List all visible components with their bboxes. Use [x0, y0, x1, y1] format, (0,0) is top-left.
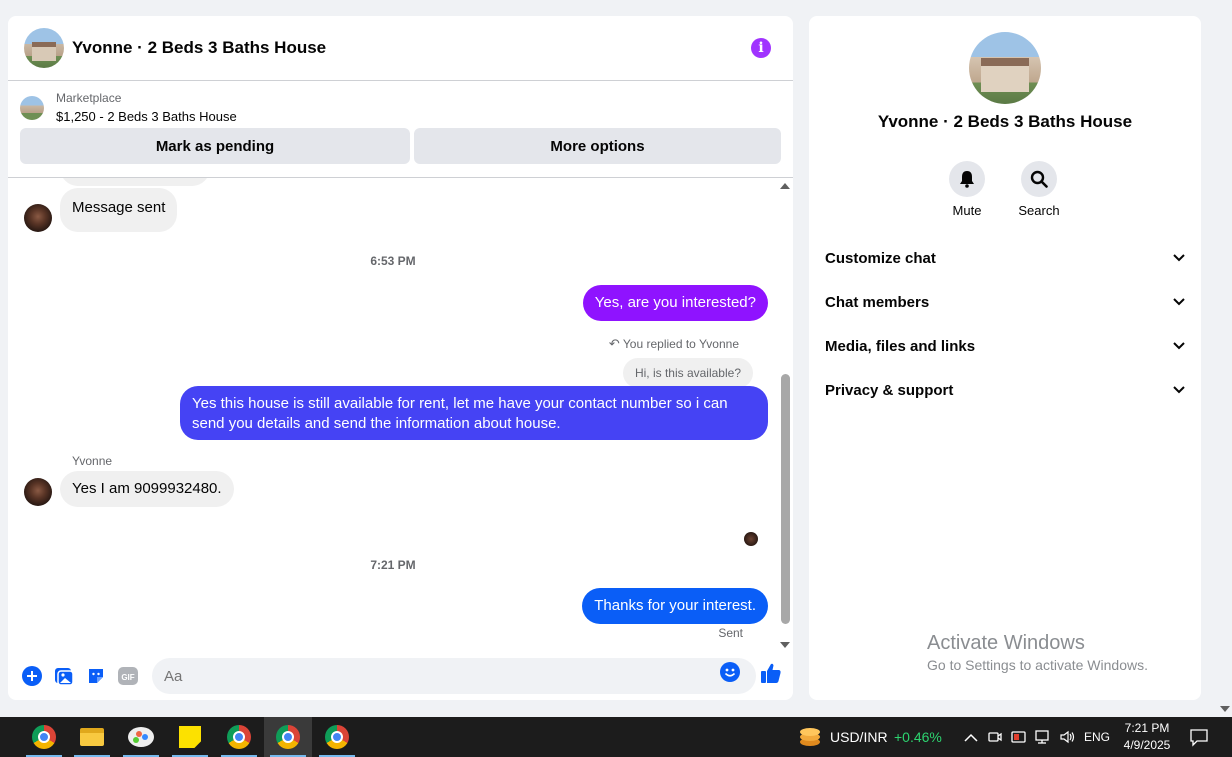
taskbar-app-chrome-3[interactable]: [264, 717, 312, 757]
section-customize-chat[interactable]: Customize chat: [825, 236, 1185, 280]
chat-title[interactable]: Yvonne · 2 Beds 3 Baths House: [72, 38, 326, 58]
read-receipt-avatar: [744, 532, 758, 546]
marketplace-label: Marketplace: [56, 91, 122, 105]
section-label: Media, files and links: [825, 337, 976, 355]
message-timestamp: 7:21 PM: [370, 558, 416, 572]
paint-icon: [128, 727, 154, 747]
clock-time: 7:21 PM: [1124, 721, 1170, 735]
emoji-icon[interactable]: [720, 662, 740, 682]
message-bubble-incoming: Message sent: [60, 188, 178, 232]
section-privacy-support[interactable]: Privacy & support: [825, 368, 1185, 412]
chat-header: Yvonne · 2 Beds 3 Baths House i: [8, 16, 793, 81]
section-label: Customize chat: [825, 249, 936, 267]
plus-circle-icon[interactable]: [22, 666, 42, 686]
scroll-down-arrow-icon[interactable]: [780, 642, 790, 648]
message-composer: GIF: [8, 652, 793, 700]
contact-avatar[interactable]: [24, 204, 52, 232]
chat-panel: Yvonne · 2 Beds 3 Baths House i Marketpl…: [8, 16, 793, 700]
taskbar-app-paint[interactable]: [117, 717, 165, 757]
section-label: Privacy & support: [825, 381, 954, 399]
chat-avatar[interactable]: [24, 28, 64, 68]
scroll-thumb[interactable]: [781, 374, 790, 624]
more-options-button[interactable]: More options: [414, 128, 781, 164]
mark-as-pending-button[interactable]: Mark as pending: [20, 128, 410, 164]
reply-arrow-icon: ↶: [608, 336, 620, 351]
search-button[interactable]: Search: [1009, 161, 1069, 218]
replied-message-quote[interactable]: Hi, is this available?: [622, 358, 753, 388]
reply-note: ↶ You replied to Yvonne: [609, 336, 739, 352]
network-icon[interactable]: [1034, 728, 1052, 746]
page-scrollbar[interactable]: [1218, 0, 1232, 716]
profile-avatar[interactable]: [969, 32, 1041, 104]
scroll-up-arrow-icon[interactable]: [780, 183, 790, 189]
page-scroll-down-arrow-icon[interactable]: [1220, 706, 1230, 712]
profile-name: Yvonne · 2 Beds 3 Baths House: [877, 112, 1133, 131]
chrome-icon: [325, 725, 349, 749]
section-media-files-links[interactable]: Media, files and links: [825, 324, 1185, 368]
gif-icon[interactable]: GIF: [118, 666, 138, 686]
taskbar-app-sticky-notes[interactable]: [166, 717, 214, 757]
photo-icon[interactable]: [54, 666, 74, 686]
svg-text:GIF: GIF: [121, 673, 134, 682]
taskbar-clock[interactable]: 7:21 PM 4/9/2025: [1118, 720, 1176, 754]
message-status: Sent: [718, 626, 743, 640]
bell-icon: [949, 161, 985, 197]
listing-title: $1,250 - 2 Beds 3 Baths House: [56, 109, 237, 124]
watermark-subtitle: Go to Settings to activate Windows.: [927, 657, 1148, 673]
search-icon: [1021, 161, 1057, 197]
section-chat-members[interactable]: Chat members: [825, 280, 1185, 324]
message-bubble-outgoing: Yes this house is still available for re…: [180, 386, 768, 440]
marketplace-listing[interactable]: Marketplace $1,250 - 2 Beds 3 Baths Hous…: [20, 91, 781, 124]
folder-icon: [80, 728, 104, 746]
chevron-down-icon: [1173, 254, 1185, 262]
listing-thumbnail: [20, 95, 44, 120]
language-indicator[interactable]: ENG: [1084, 717, 1110, 757]
chrome-icon: [32, 725, 56, 749]
message-scrollbar[interactable]: [778, 178, 793, 648]
reply-note-text: You replied to Yvonne: [622, 337, 739, 351]
sender-name: Yvonne: [72, 454, 113, 468]
thumbs-up-icon[interactable]: [760, 662, 782, 684]
coins-icon[interactable]: [798, 727, 822, 747]
message-bubble-cut: [60, 178, 210, 186]
search-label: Search: [1018, 203, 1060, 218]
taskbar-app-chrome-1[interactable]: [20, 717, 68, 757]
chevron-down-icon: [1173, 342, 1185, 350]
message-bubble-incoming: Yes I am 9099932480.: [60, 471, 234, 507]
conversation-info-panel: Yvonne · 2 Beds 3 Baths House Mute Searc…: [809, 16, 1201, 700]
battery-icon[interactable]: [1010, 728, 1028, 746]
message-input[interactable]: [152, 658, 756, 694]
taskbar-app-file-explorer[interactable]: [68, 717, 116, 757]
chrome-icon: [276, 725, 300, 749]
mute-button[interactable]: Mute: [937, 161, 997, 218]
marketplace-actions: Mark as pending More options: [20, 128, 781, 164]
listing-text: Marketplace $1,250 - 2 Beds 3 Baths Hous…: [56, 91, 237, 124]
meet-now-icon[interactable]: [986, 728, 1004, 746]
sticker-icon[interactable]: [86, 666, 106, 686]
activate-windows-watermark: Activate Windows Go to Settings to activ…: [927, 632, 1148, 673]
volume-icon[interactable]: [1058, 728, 1076, 746]
windows-taskbar: USD/INR +0.46% ENG 7:21 PM 4/9/2025: [0, 717, 1232, 757]
taskbar-app-chrome-2[interactable]: [215, 717, 263, 757]
marketplace-bar: Marketplace $1,250 - 2 Beds 3 Baths Hous…: [8, 81, 793, 178]
chevron-up-icon[interactable]: [962, 728, 980, 746]
message-timestamp: 6:53 PM: [370, 254, 416, 268]
message-bubble-outgoing: Thanks for your interest.: [582, 588, 768, 624]
info-icon[interactable]: i: [751, 38, 771, 58]
currency-change: +0.46%: [894, 729, 942, 745]
chevron-down-icon: [1173, 386, 1185, 394]
sticky-notes-icon: [179, 726, 201, 748]
chevron-down-icon: [1173, 298, 1185, 306]
message-bubble-outgoing: Yes, are you interested?: [582, 285, 768, 321]
watermark-title: Activate Windows: [927, 632, 1085, 654]
taskbar-app-chrome-4[interactable]: [313, 717, 361, 757]
contact-avatar[interactable]: [24, 478, 52, 506]
message-list: Message sent 6:53 PM Yes, are you intere…: [8, 178, 778, 648]
section-label: Chat members: [825, 293, 930, 311]
currency-ticker[interactable]: USD/INR: [830, 717, 888, 757]
mute-label: Mute: [952, 203, 982, 218]
chrome-icon: [227, 725, 251, 749]
notifications-icon[interactable]: [1189, 727, 1209, 747]
clock-date: 4/9/2025: [1123, 738, 1171, 752]
